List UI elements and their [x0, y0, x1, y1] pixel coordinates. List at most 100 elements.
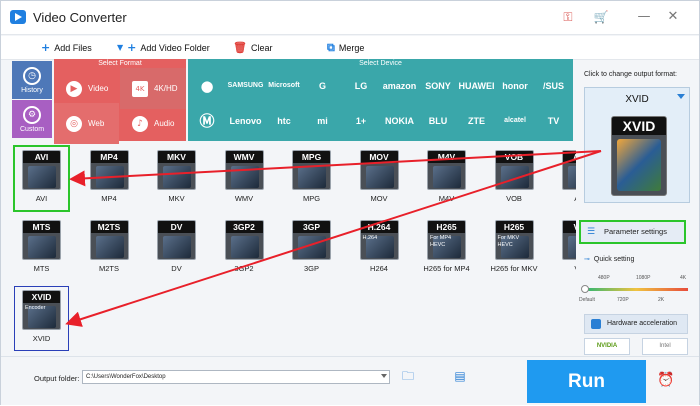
format-tag: AVI — [23, 151, 60, 163]
format-name: MTS — [33, 264, 50, 273]
output-format-selector[interactable]: XVID XVID — [584, 87, 690, 203]
device-brand-1-8[interactable]: alcatel — [496, 103, 534, 138]
format-name: 3GP — [303, 264, 319, 273]
merge-button[interactable]: ⧉ Merge — [327, 40, 364, 56]
film-art-icon — [95, 166, 124, 188]
format-tile-vob[interactable]: VOB VOB — [488, 147, 541, 210]
format-tag: XVID — [23, 291, 60, 303]
device-brand-1-1[interactable]: Lenovo — [227, 103, 265, 138]
format-tile-h265-for-mp4[interactable]: H265 For MP4 HEVC H265 for MP4 — [420, 217, 473, 280]
format-thumbnail: M4V — [427, 150, 466, 190]
4k-icon: 4K — [132, 80, 148, 97]
device-brand-label: Lenovo — [229, 115, 262, 126]
format-name: 3GP2 — [234, 264, 254, 273]
format-web[interactable]: ◎ Web — [54, 103, 119, 144]
format-audio[interactable]: ♪ Audio — [120, 103, 186, 144]
clear-label: Clear — [250, 43, 273, 53]
motorola-icon: Ⓜ — [199, 112, 215, 130]
device-brand-0-4[interactable]: LG — [342, 68, 380, 103]
history-tab[interactable]: ◷ History — [12, 61, 52, 99]
device-brand-label: mi — [317, 115, 328, 126]
quick-setting-label: ⊸ Quick setting — [584, 255, 634, 263]
format-name: MPG — [302, 194, 321, 203]
run-button[interactable]: Run — [527, 360, 646, 403]
format-tile-3gp[interactable]: 3GP 3GP — [285, 217, 338, 280]
device-brand-0-5[interactable]: amazon — [381, 68, 419, 103]
format-subtag: H.264 — [362, 235, 378, 241]
nvidia-badge[interactable]: NVIDIA — [584, 338, 630, 355]
format-tile-h264[interactable]: H.264 H.264 H264 — [353, 217, 406, 280]
key-icon[interactable]: ⚿ — [558, 8, 578, 26]
device-brand-1-5[interactable]: NOKIA — [381, 103, 419, 138]
slider-label-480p: 480P — [598, 275, 610, 281]
device-brand-1-0[interactable]: Ⓜ — [188, 103, 226, 138]
format-name: WMV — [234, 194, 254, 203]
device-brand-0-9[interactable]: /SUS — [535, 68, 573, 103]
device-brand-0-3[interactable]: G — [304, 68, 342, 103]
intel-badge[interactable]: Intel — [642, 338, 688, 355]
chip-icon — [591, 319, 601, 329]
format-tag: MTS — [23, 221, 60, 233]
format-subtag: Encoder — [25, 305, 46, 311]
custom-tab[interactable]: ⚙ Custom — [12, 100, 52, 138]
format-name: H265 for MKV — [490, 264, 538, 273]
select-device-header: Select Device — [359, 60, 402, 67]
format-tag: H.264 — [360, 221, 398, 233]
device-brand-1-4[interactable]: 1+ — [342, 103, 380, 138]
cart-icon[interactable]: 🛒 — [591, 8, 611, 26]
device-brand-1-7[interactable]: ZTE — [458, 103, 496, 138]
add-files-button[interactable]: + Add Files — [41, 40, 92, 56]
format-tag: WMV — [225, 151, 263, 163]
format-tile-m2ts[interactable]: M2TS M2TS — [83, 217, 136, 280]
format-tile-3gp2[interactable]: 3GP2 3GP2 — [218, 217, 271, 280]
format-tile-mkv[interactable]: MKV MKV — [150, 147, 203, 210]
device-brand-0-7[interactable]: HUAWEI — [458, 68, 496, 103]
film-art-icon — [298, 236, 326, 258]
format-tile-xvid[interactable]: XVID Encoder XVID — [14, 286, 69, 351]
format-thumbnail: WMV — [224, 150, 264, 190]
format-tag: 3GP — [293, 221, 330, 233]
alarm-clock-icon[interactable]: ⏰ — [657, 371, 675, 389]
format-tile-mov[interactable]: MOV MOV — [353, 147, 406, 210]
parameter-settings-button[interactable]: ☰ Parameter settings — [579, 220, 686, 244]
output-folder-field[interactable]: C:\Users\WonderFox\Desktop — [82, 370, 390, 384]
hardware-acceleration-toggle[interactable]: Hardware acceleration — [584, 314, 688, 334]
quality-slider-knob[interactable] — [581, 285, 589, 293]
clear-button[interactable]: 🗑 Clear — [233, 40, 272, 56]
device-brand-0-6[interactable]: SONY — [419, 68, 457, 103]
toolbar: + Add Files ▼ + Add Video Folder 🗑 Clear… — [1, 36, 699, 60]
folder-browse-icon[interactable]: 🗀 — [400, 369, 416, 383]
app-window: Video Converter ⚿ 🛒 — ✕ + Add Files ▼ + … — [0, 0, 700, 405]
format-tile-dv[interactable]: DV DV — [150, 217, 203, 280]
format-tile-avi[interactable]: AVI AVI — [13, 145, 70, 212]
minimize-button[interactable]: — — [633, 7, 655, 27]
device-brand-1-9[interactable]: TV — [535, 103, 573, 138]
dropdown-arrow-icon[interactable] — [381, 374, 387, 378]
device-brand-1-6[interactable]: BLU — [419, 103, 457, 138]
quality-slider-track[interactable] — [584, 288, 688, 291]
format-name: H264 — [370, 264, 388, 273]
device-brand-0-0[interactable]: ● — [188, 68, 226, 103]
device-brand-0-1[interactable]: SAMSUNG — [227, 68, 265, 103]
device-brand-label: 1+ — [355, 115, 367, 126]
format-tile-mts[interactable]: MTS MTS — [15, 217, 68, 280]
add-video-folder-button[interactable]: ▼ + Add Video Folder — [117, 40, 210, 56]
format-tile-mp4[interactable]: MP4 MP4 — [83, 147, 136, 210]
device-brand-0-8[interactable]: honor — [496, 68, 534, 103]
quick-setting-text: Quick setting — [593, 256, 635, 263]
device-brand-0-2[interactable]: Microsoft — [265, 68, 303, 103]
device-brand-1-2[interactable]: htc — [265, 103, 303, 138]
close-button[interactable]: ✕ — [662, 7, 684, 27]
format-tile-mpg[interactable]: MPG MPG — [285, 147, 338, 210]
format-tile-m4v[interactable]: M4V M4V — [420, 147, 473, 210]
device-brand-label: ZTE — [468, 115, 485, 126]
custom-label: Custom — [19, 126, 45, 133]
slider-label-default: Default — [579, 297, 595, 303]
open-folder-icon[interactable]: ▤ — [452, 369, 468, 383]
format-tile-h265-for-mkv[interactable]: H265 For MKV HEVC H265 for MKV — [488, 217, 541, 280]
device-brand-1-3[interactable]: mi — [304, 103, 342, 138]
output-panel: Click to change output format: XVID XVID… — [576, 61, 698, 355]
format-thumbnail: MP4 — [89, 150, 129, 190]
format-tile-wmv[interactable]: WMV WMV — [218, 147, 271, 210]
format-tag: MP4 — [90, 151, 128, 163]
